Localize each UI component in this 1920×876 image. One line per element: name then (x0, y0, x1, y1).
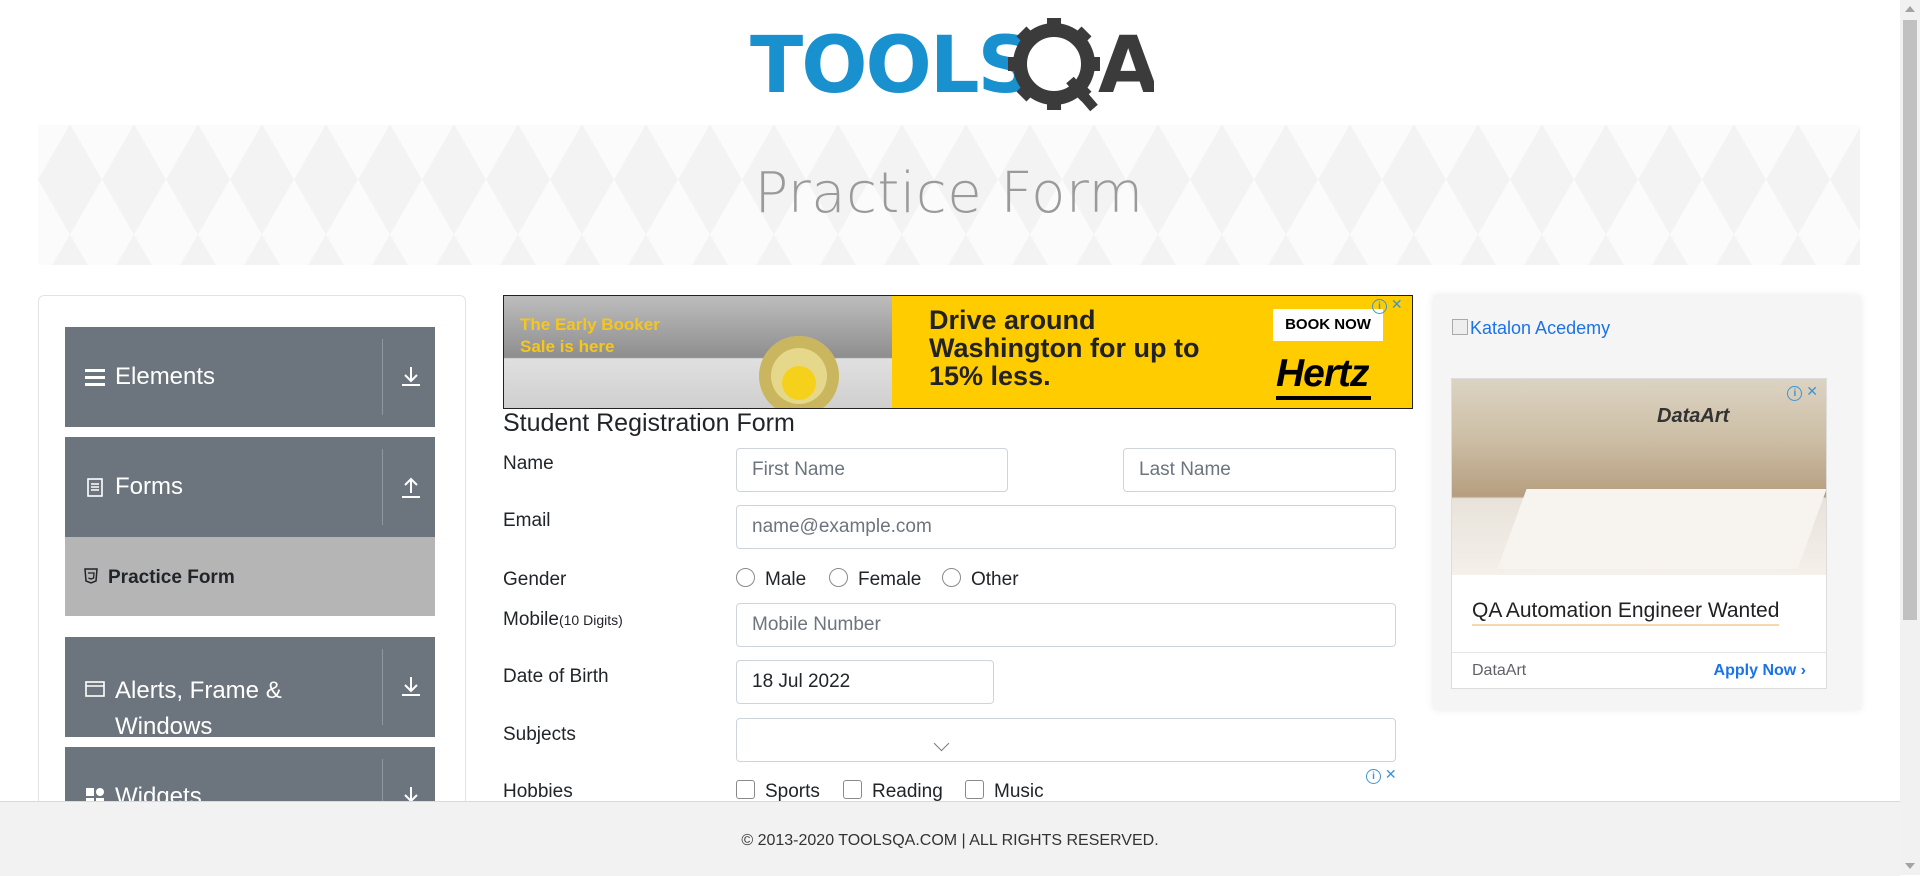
html5-icon (84, 568, 98, 584)
first-name-input[interactable] (736, 448, 1008, 492)
info-icon[interactable]: i (1787, 386, 1803, 401)
page-title: Practice Form (754, 161, 1144, 226)
document-icon (87, 478, 103, 497)
hamburger-icon (85, 369, 105, 386)
mobile-hint: (10 Digits) (558, 612, 623, 628)
vertical-scrollbar[interactable] (1900, 0, 1920, 875)
scroll-down-icon[interactable] (1905, 863, 1915, 869)
right-ad-panel: Katalon Acedemy DataArt i ✕ QA Automatio… (1433, 295, 1861, 710)
sidebar-item-label: Practice Form (108, 567, 235, 588)
gender-other-radio[interactable]: Other (942, 568, 1019, 591)
ad-brand-logo: Hertz (1276, 352, 1371, 400)
mobile-input[interactable] (736, 603, 1396, 647)
katalon-academy-link[interactable]: Katalon Acedemy (1452, 318, 1610, 339)
job-ad-card[interactable]: DataArt i ✕ QA Automation Engineer Wante… (1451, 378, 1827, 689)
copyright-text: © 2013-2020 TOOLSQA.COM | ALL RIGHTS RES… (741, 832, 1159, 849)
scroll-up-icon[interactable] (1905, 6, 1915, 12)
ad-choices[interactable]: i ✕ (1787, 383, 1818, 401)
apply-now-button[interactable]: Apply Now › (1714, 662, 1806, 680)
info-icon[interactable]: i (1372, 299, 1387, 314)
left-sidebar: Elements Forms Practice Form Alerts, Fra… (38, 295, 466, 817)
sidebar-group-elements[interactable]: Elements (65, 327, 435, 427)
sidebar-group-label: Alerts, Frame & Windows (115, 677, 282, 740)
subjects-input[interactable] (736, 718, 1396, 762)
broken-image-icon (1452, 319, 1468, 335)
toolsqa-logo[interactable]: TOOLS A (750, 18, 1154, 114)
close-icon[interactable]: ✕ (1806, 383, 1818, 399)
mobile-label: Mobile(10 Digits) (503, 609, 623, 630)
window-icon (85, 681, 105, 697)
gender-female-radio[interactable]: Female (829, 568, 921, 591)
advertiser-name: DataArt (1472, 662, 1527, 679)
hobby-reading-checkbox[interactable]: Reading (843, 780, 943, 803)
close-icon[interactable]: ✕ (1391, 296, 1403, 312)
email-label: Email (503, 510, 551, 531)
email-input[interactable] (736, 505, 1396, 549)
sidebar-item-practice-form[interactable]: Practice Form (65, 537, 435, 616)
hobby-sports-checkbox[interactable]: Sports (736, 780, 820, 803)
book-now-button[interactable]: BOOK NOW (1273, 309, 1383, 341)
sidebar-group-label: Forms (115, 473, 183, 500)
svg-text:TOOLS: TOOLS (750, 21, 1032, 111)
ad-choices[interactable]: i ✕ (1366, 766, 1397, 784)
date-of-birth-input[interactable]: 18 Jul 2022 (736, 660, 994, 704)
office-photo: DataArt (1452, 379, 1826, 575)
last-name-input[interactable] (1123, 448, 1396, 492)
sidebar-group-label: Elements (115, 363, 216, 390)
gender-label: Gender (503, 569, 567, 590)
chevron-right-icon: › (1800, 662, 1806, 679)
info-icon[interactable]: i (1366, 769, 1381, 784)
scrollbar-thumb[interactable] (1903, 20, 1917, 620)
svg-text:A: A (1098, 21, 1154, 111)
subjects-label: Subjects (503, 724, 576, 745)
hobbies-label: Hobbies (503, 781, 573, 802)
ad-tagline: The Early Booker Sale is here (520, 315, 660, 356)
job-ad-title[interactable]: QA Automation Engineer Wanted (1472, 599, 1780, 626)
dob-label: Date of Birth (503, 666, 609, 687)
ad-choices[interactable]: i ✕ (1372, 296, 1403, 314)
sidebar-group-forms[interactable]: Forms (65, 437, 435, 537)
gender-male-radio[interactable]: Male (736, 568, 806, 591)
sidebar-group-alerts[interactable]: Alerts, Frame & Windows (65, 637, 435, 740)
page-header-banner: Practice Form (38, 125, 1860, 265)
close-icon[interactable]: ✕ (1385, 766, 1397, 782)
hobby-music-checkbox[interactable]: Music (965, 780, 1044, 803)
form-title: Student Registration Form (503, 409, 795, 437)
ad-headline: Drive around Washington for up to 15% le… (929, 305, 1200, 391)
download-arrow-icon[interactable] (397, 363, 425, 391)
upload-arrow-icon[interactable] (397, 473, 425, 501)
ad-image-logo: DataArt (1657, 405, 1730, 427)
name-label: Name (503, 453, 554, 474)
hertz-ad-banner[interactable]: The Early Booker Sale is here Drive arou… (503, 295, 1413, 409)
download-arrow-icon[interactable] (397, 673, 425, 701)
page-footer: © 2013-2020 TOOLSQA.COM | ALL RIGHTS RES… (0, 801, 1900, 876)
